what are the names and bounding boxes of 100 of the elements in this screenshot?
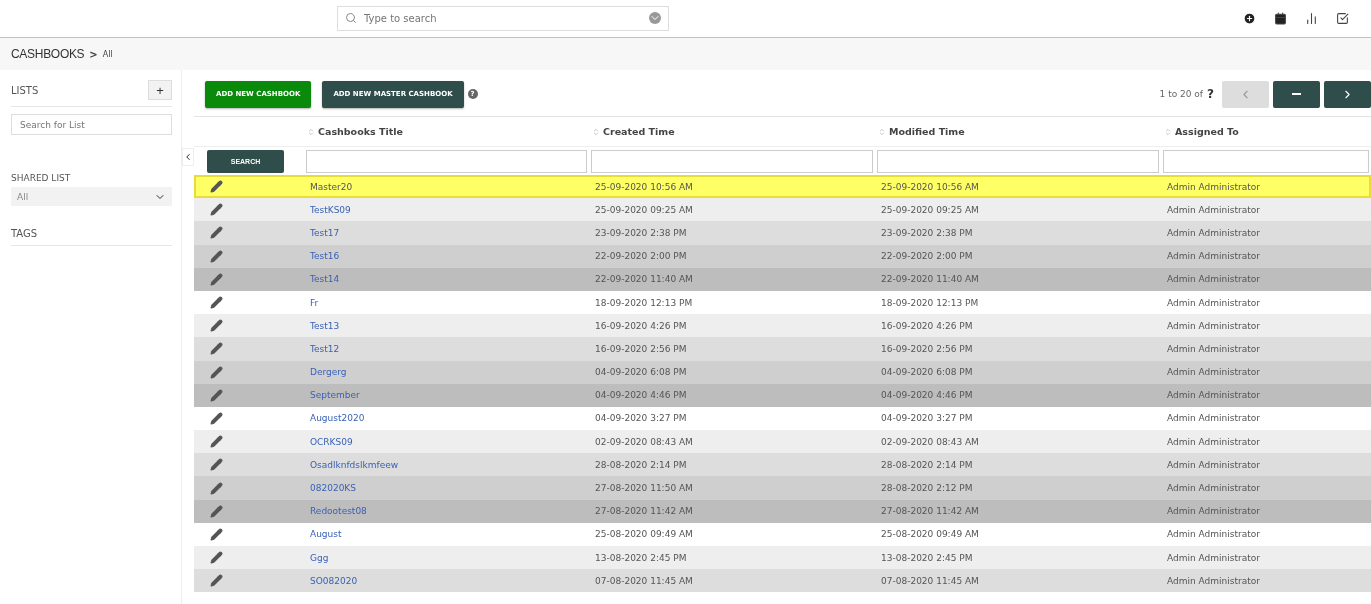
pencil-icon[interactable]: [210, 435, 223, 449]
checkbox-icon[interactable]: [1336, 12, 1349, 25]
add-list-button[interactable]: +: [148, 80, 172, 100]
pencil-icon[interactable]: [210, 481, 223, 495]
table-cell-text: 22-09-2020 11:40 AM: [594, 274, 694, 285]
column-title: Created Time: [603, 126, 675, 137]
table-cell-text: 25-08-2020 09:49 AM: [594, 529, 694, 540]
minus-icon: [1292, 93, 1301, 95]
column-filter-field[interactable]: [1163, 149, 1369, 173]
title-link[interactable]: Test14: [304, 274, 589, 285]
table-cell-text: 25-09-2020 10:56 AM: [880, 181, 980, 192]
column-filter-field[interactable]: [306, 149, 587, 173]
title-link[interactable]: Fr: [304, 297, 589, 308]
table-row[interactable]: Dergerg 04-09-2020 6:08 PM 04-09-2020 6:08 PM Admin Administrator: [194, 360, 1371, 384]
collapse-sidebar-button[interactable]: [182, 148, 194, 166]
breadcrumb-module[interactable]: CASHBOOKS: [11, 47, 85, 61]
column-title: Modified Time: [889, 126, 965, 137]
title-link[interactable]: Redootest08: [304, 506, 589, 517]
table-cell-text: Admin Administrator: [1166, 320, 1261, 331]
table-cell-text: 16-09-2020 4:26 PM: [880, 320, 974, 331]
lists-title: LISTS: [11, 84, 39, 96]
pencil-icon[interactable]: [210, 272, 223, 286]
title-link[interactable]: TestKS09: [304, 204, 589, 215]
title-link[interactable]: September: [304, 390, 589, 401]
title-link[interactable]: 082020KS: [304, 483, 589, 494]
table-row[interactable]: Redootest08 27-08-2020 11:42 AM 27-08-2020 11:42 AM Admin Administrator: [194, 499, 1371, 523]
top-search-field[interactable]: Type to search: [337, 6, 669, 31]
table-cell-text: Admin Administrator: [1166, 251, 1261, 262]
search-icon: [345, 12, 357, 24]
pencil-icon[interactable]: [210, 574, 223, 588]
table-cell-text: 22-09-2020 11:40 AM: [880, 274, 980, 285]
table-cell-text: 04-09-2020 6:08 PM: [880, 367, 974, 378]
table-cell-text: Admin Administrator: [1166, 552, 1261, 563]
pencil-icon[interactable]: [210, 365, 223, 379]
table-row[interactable]: TestKS09 25-09-2020 09:25 AM 25-09-2020 09:25 AM Admin Administrator: [194, 198, 1371, 222]
calendar-icon[interactable]: [1274, 12, 1287, 25]
table-cell-text: 13-08-2020 2:45 PM: [594, 552, 688, 563]
sort-icon: [592, 127, 600, 136]
table-cell-text: 07-08-2020 11:45 AM: [880, 575, 980, 586]
table-row[interactable]: Test16 22-09-2020 2:00 PM 22-09-2020 2:00 PM Admin Administrator: [194, 244, 1371, 268]
title-link[interactable]: Test16: [304, 251, 589, 262]
title-link[interactable]: Ggg: [304, 552, 589, 563]
table-row[interactable]: Test17 23-09-2020 2:38 PM 23-09-2020 2:38 PM Admin Administrator: [194, 221, 1371, 245]
title-link[interactable]: OCRKS09: [304, 436, 589, 447]
pencil-icon[interactable]: [210, 203, 223, 217]
pencil-icon[interactable]: [210, 388, 223, 402]
pencil-icon[interactable]: [210, 296, 223, 310]
page-minus-button[interactable]: [1273, 80, 1320, 108]
chevron-left-icon: [183, 152, 193, 162]
table-row[interactable]: Test12 16-09-2020 2:56 PM 16-09-2020 2:56 PM Admin Administrator: [194, 337, 1371, 361]
pencil-icon[interactable]: [210, 319, 223, 333]
pencil-icon[interactable]: [210, 249, 223, 263]
title-link[interactable]: Test17: [304, 227, 589, 238]
table-cell-text: 22-09-2020 2:00 PM: [880, 251, 974, 262]
title-link[interactable]: Dergerg: [304, 367, 589, 378]
table-cell-text: 04-09-2020 3:27 PM: [880, 413, 974, 424]
pencil-icon[interactable]: [210, 504, 223, 518]
pencil-icon[interactable]: [210, 527, 223, 541]
sort-icon: [307, 127, 315, 136]
list-search-field[interactable]: Search for List: [11, 114, 172, 135]
shared-list-select[interactable]: All: [11, 187, 172, 206]
table-cell-text: 28-08-2020 2:14 PM: [880, 459, 974, 470]
add-icon[interactable]: [1243, 12, 1256, 25]
table-row[interactable]: SO082020 07-08-2020 11:45 AM 07-08-2020 11:45 AM Admin Administrator: [194, 569, 1371, 593]
title-link[interactable]: Test12: [304, 343, 589, 354]
title-link[interactable]: August2020: [304, 413, 589, 424]
table-cell-text: Admin Administrator: [1166, 529, 1261, 540]
pencil-icon[interactable]: [210, 180, 223, 194]
pencil-icon[interactable]: [210, 551, 223, 565]
table-row[interactable]: Osadlknfdslkmfeew 28-08-2020 2:14 PM 28-08-2020 2:14 PM Admin Administrator: [194, 453, 1371, 477]
pencil-icon[interactable]: [210, 411, 223, 425]
title-link[interactable]: August: [304, 529, 589, 540]
chart-icon[interactable]: [1305, 12, 1318, 25]
table-cell-text: 25-08-2020 09:49 AM: [880, 529, 980, 540]
table-cell-text: 27-08-2020 11:50 AM: [594, 483, 694, 494]
table-cell-text: 27-08-2020 11:42 AM: [880, 506, 980, 517]
breadcrumb-view: All: [102, 49, 113, 59]
table-row[interactable]: September 04-09-2020 4:46 PM 04-09-2020 4:46 PM Admin Administrator: [194, 383, 1371, 407]
table-row[interactable]: Ggg 13-08-2020 2:45 PM 13-08-2020 2:45 PM Admin Administrator: [194, 546, 1371, 570]
table-cell-text: 04-09-2020 4:46 PM: [880, 390, 974, 401]
table-row[interactable]: 082020KS 27-08-2020 11:50 AM 28-08-2020 2:12 PM Admin Administrator: [194, 476, 1371, 500]
title-link[interactable]: Test13: [304, 320, 589, 331]
table-cell-text: Admin Administrator: [1166, 274, 1261, 285]
table-cell-text: 25-09-2020 09:25 AM: [880, 204, 980, 215]
title-link[interactable]: Osadlknfdslkmfeew: [304, 459, 589, 470]
pencil-icon[interactable]: [210, 458, 223, 472]
table-cell-text: 23-09-2020 2:38 PM: [594, 227, 688, 238]
table-row[interactable]: Test14 22-09-2020 11:40 AM 22-09-2020 11:40 AM Admin Administrator: [194, 267, 1371, 291]
pencil-icon[interactable]: [210, 226, 223, 240]
column-filter-field[interactable]: [877, 149, 1159, 173]
column-filter-field[interactable]: [591, 149, 873, 173]
table-row[interactable]: Master20 25-09-2020 10:56 AM 25-09-2020 10:56 AM Admin Administrator: [194, 175, 1371, 199]
title-link[interactable]: Master20: [304, 181, 589, 192]
title-link[interactable]: SO082020: [304, 575, 589, 586]
table-row[interactable]: Test13 16-09-2020 4:26 PM 16-09-2020 4:26 PM Admin Administrator: [194, 314, 1371, 338]
next-page-button[interactable]: [1324, 80, 1371, 108]
sort-icon: [878, 127, 886, 136]
table-cell-text: Admin Administrator: [1166, 413, 1261, 424]
pencil-icon[interactable]: [210, 342, 223, 356]
table-row[interactable]: OCRKS09 02-09-2020 08:43 AM 02-09-2020 08:43 AM Admin Administrator: [194, 430, 1371, 454]
